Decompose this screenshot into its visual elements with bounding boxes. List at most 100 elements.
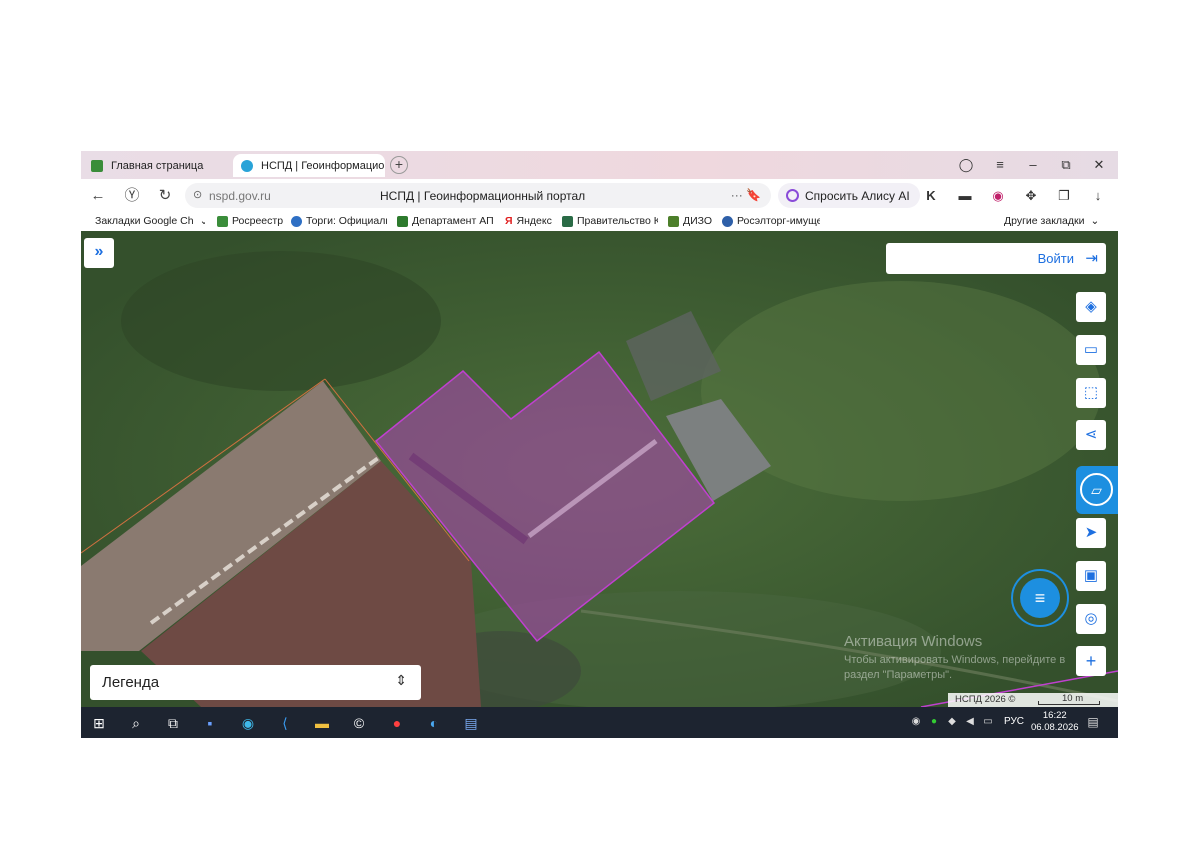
restore-icon[interactable]: ⧉ bbox=[1055, 155, 1077, 175]
collections-icon[interactable]: ❐ bbox=[1055, 187, 1073, 205]
tray-record-icon[interactable]: ◉ bbox=[910, 716, 922, 728]
language-indicator[interactable]: РУС bbox=[1004, 716, 1024, 727]
alice-button[interactable]: Спросить Алису AI bbox=[778, 183, 920, 208]
notifications-icon[interactable]: ▤ bbox=[1087, 716, 1099, 728]
alice-label: Спросить Алису AI bbox=[805, 188, 910, 203]
map-view[interactable]: » Войти ⇥ ◈ ▭ ⬚ ⋖ ▱ ➤ ▣ ◎ + ≡ Активация … bbox=[81, 231, 1118, 707]
bookmark-government[interactable]: Правительство К bbox=[562, 215, 658, 227]
bookmark-label: Торги: Официальн bbox=[306, 215, 387, 227]
new-tab-button[interactable]: + bbox=[390, 156, 408, 174]
government-icon bbox=[562, 215, 573, 227]
minimize-icon[interactable]: – bbox=[1022, 155, 1044, 175]
url-box[interactable]: ⊙ nspd.gov.ru НСПД | Геоинформационный п… bbox=[185, 183, 771, 208]
bookmark-yandex[interactable]: Я Яндекс bbox=[505, 215, 555, 227]
editor-icon[interactable]: ▤ bbox=[461, 713, 481, 733]
scale-label: 10 m bbox=[1062, 693, 1084, 704]
bookmark-label: Росэлторг-имущес bbox=[737, 215, 820, 227]
windows-taskbar: ⊞ ⌕ ⧉ ▪ ◉ ⟨ ▬ © ● ◐ ▤ ◉ ● ◆ ◀ ▭ РУС 16:2… bbox=[81, 707, 1118, 738]
save-app-icon[interactable]: ▪ bbox=[200, 713, 220, 733]
watermark-text: Чтобы активировать Windows, перейдите в … bbox=[844, 654, 1066, 681]
tab-main-page[interactable]: Главная страница bbox=[83, 154, 231, 177]
login-button[interactable]: Войти ⇥ bbox=[886, 243, 1106, 274]
clock[interactable]: 16:22 06.08.2026 bbox=[1031, 710, 1079, 734]
yandex-icon: Я bbox=[505, 215, 513, 227]
back-icon[interactable]: ← bbox=[87, 185, 109, 207]
dizo-icon bbox=[668, 215, 679, 227]
task-view-icon[interactable]: ⧉ bbox=[163, 713, 183, 733]
tab-label: Главная страница bbox=[111, 159, 204, 172]
minimap-icon[interactable]: ▣ bbox=[1076, 561, 1106, 591]
expand-panel-button[interactable]: » bbox=[84, 238, 114, 268]
bookmark-label: ДИЗО bbox=[683, 215, 713, 227]
bookmark-rosreestr[interactable]: Росреестр bbox=[217, 215, 287, 227]
ruler-icon[interactable]: ▭ bbox=[1076, 335, 1106, 365]
select-area-icon[interactable]: ⬚ bbox=[1076, 378, 1106, 408]
bookmark-other[interactable]: Другие закладки ⌄ bbox=[1004, 215, 1104, 227]
bookmark-google[interactable]: Закладки Google Ch ⌄ bbox=[95, 215, 205, 227]
browser-icon[interactable]: ◐ bbox=[424, 713, 444, 733]
legend-label: Легенда bbox=[102, 674, 160, 691]
tray-k-icon[interactable]: ● bbox=[928, 716, 940, 728]
reload-icon[interactable]: ↻ bbox=[154, 185, 176, 207]
roseltorg-icon bbox=[722, 215, 733, 227]
bookmark-label: Правительство К bbox=[577, 215, 658, 227]
network-icon[interactable]: ▭ bbox=[982, 716, 994, 728]
copyright: НСПД 2026 © bbox=[955, 694, 1016, 705]
clock-time: 16:22 bbox=[1042, 710, 1067, 721]
url-actions[interactable]: ··· 🔖 bbox=[731, 188, 761, 202]
bookmarks-bar: Закладки Google Ch ⌄ Росреестр Торги: Офи… bbox=[81, 211, 1118, 231]
print-icon: ▱ bbox=[1080, 473, 1113, 506]
start-icon[interactable]: ⊞ bbox=[89, 713, 109, 733]
geosearch-icon[interactable]: ◎ bbox=[1076, 604, 1106, 634]
extension-k-icon[interactable]: K bbox=[922, 187, 940, 205]
zoom-in-icon[interactable]: + bbox=[1076, 646, 1106, 676]
rosreestr-icon bbox=[217, 215, 228, 227]
yandex-browser-icon[interactable]: ● bbox=[387, 713, 407, 733]
screen: Главная страница НСПД | Геоинформацио ✕ … bbox=[81, 151, 1118, 738]
url-text[interactable]: nspd.gov.ru bbox=[209, 189, 271, 203]
share-icon[interactable]: ⋖ bbox=[1076, 420, 1106, 450]
legend-dropdown[interactable]: Легенда ⇕ bbox=[90, 665, 421, 700]
torgi-icon bbox=[291, 215, 302, 227]
bookmark-label: Яндекс bbox=[516, 215, 552, 227]
menu-icon[interactable]: ≡ bbox=[989, 155, 1011, 175]
bookmark-dizo[interactable]: ДИЗО bbox=[668, 215, 716, 227]
downloads-icon[interactable]: ↓ bbox=[1089, 187, 1107, 205]
bookmark-label: Департамент АП bbox=[412, 215, 493, 227]
yandex-home-icon[interactable]: Ⓨ bbox=[121, 185, 143, 207]
bookmark-label: Другие закладки bbox=[1004, 215, 1085, 227]
extension-record-icon[interactable]: ◉ bbox=[989, 187, 1007, 205]
scale-bar: НСПД 2026 © 10 m bbox=[948, 693, 1118, 707]
locate-icon[interactable]: ➤ bbox=[1076, 518, 1106, 548]
bookmark-roseltorg[interactable]: Росэлторг-имущес bbox=[722, 215, 820, 227]
app-icon[interactable]: ⟨ bbox=[275, 713, 295, 733]
expand-collapse-icon: ⇕ bbox=[395, 672, 407, 688]
tab-bar: Главная страница НСПД | Геоинформацио ✕ … bbox=[81, 151, 1118, 179]
volume-icon[interactable]: ◀ bbox=[964, 716, 976, 728]
close-window-icon[interactable]: ✕ bbox=[1088, 155, 1110, 175]
explorer-icon[interactable]: ▬ bbox=[312, 713, 332, 733]
bookmark-torgi[interactable]: Торги: Официальн bbox=[291, 215, 387, 227]
profile-icon[interactable]: ◯ bbox=[955, 155, 977, 175]
tab-label: НСПД | Геоинформацио bbox=[261, 159, 385, 172]
tray-shield-icon[interactable]: ◆ bbox=[946, 716, 958, 728]
tab-nspd[interactable]: НСПД | Геоинформацио ✕ bbox=[233, 154, 385, 177]
layers-icon[interactable]: ◈ bbox=[1076, 292, 1106, 322]
bookmark-department[interactable]: Департамент АП bbox=[397, 215, 493, 227]
windows-activation-watermark: Активация Windows Чтобы активировать Win… bbox=[844, 633, 1080, 683]
nspd-icon bbox=[241, 159, 253, 172]
department-icon bbox=[397, 215, 408, 227]
ccleaner-icon[interactable]: © bbox=[349, 713, 369, 733]
search-icon[interactable]: ⌕ bbox=[126, 713, 146, 733]
chevron-down-icon: ⌄ bbox=[199, 215, 205, 227]
address-bar: ← Ⓨ ↻ ⊙ nspd.gov.ru НСПД | Геоинформацио… bbox=[81, 179, 1118, 211]
extensions-icon[interactable]: ✥ bbox=[1022, 187, 1040, 205]
page-title: НСПД | Геоинформационный портал bbox=[380, 189, 586, 203]
site-info-icon[interactable]: ⊙ bbox=[193, 188, 202, 201]
edge-icon[interactable]: ◉ bbox=[238, 713, 258, 733]
chevron-down-icon: ⌄ bbox=[1090, 215, 1100, 227]
chat-button[interactable]: ≡ bbox=[1011, 569, 1069, 627]
extension-hat-icon[interactable]: ▬ bbox=[956, 187, 974, 205]
print-button[interactable]: ▱ bbox=[1076, 466, 1118, 514]
login-icon: ⇥ bbox=[1085, 250, 1098, 267]
